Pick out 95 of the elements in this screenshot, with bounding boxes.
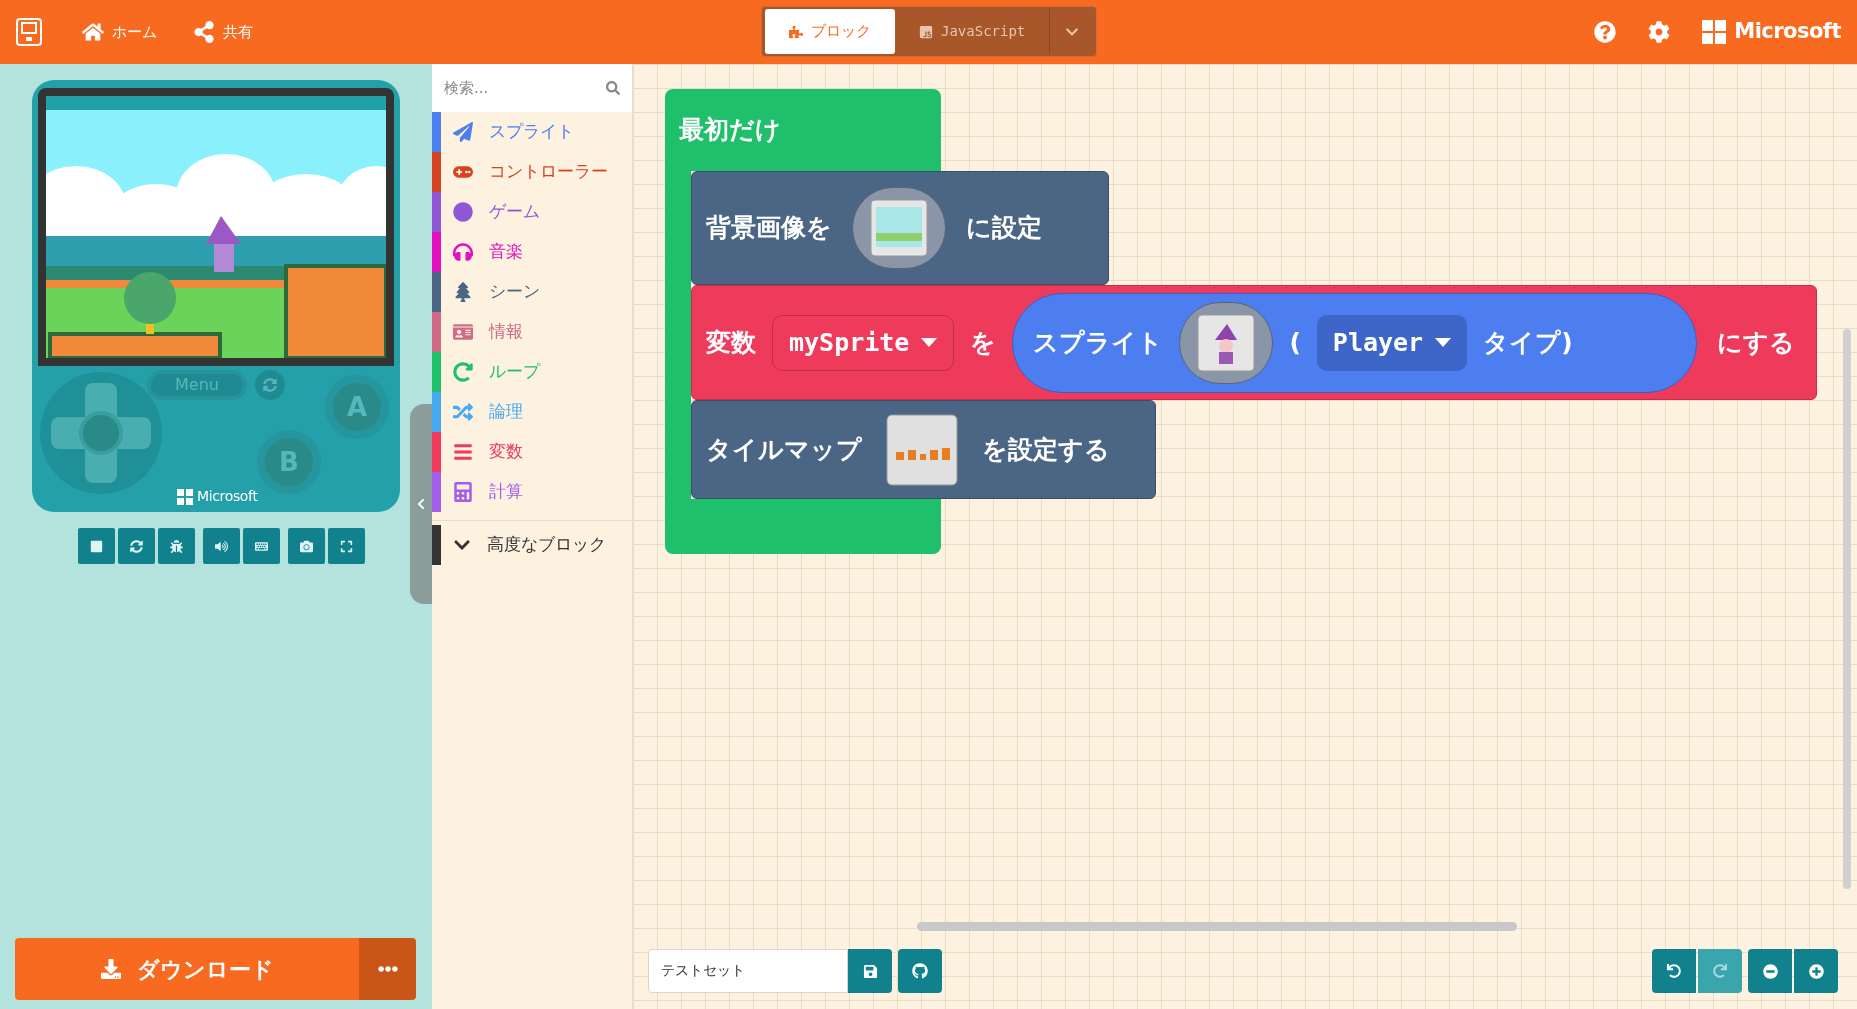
category-color-bar bbox=[432, 524, 441, 565]
statement-block[interactable]: タイルマップ を設定する bbox=[691, 400, 1156, 499]
search-icon bbox=[606, 81, 620, 95]
category-item[interactable]: 計算 bbox=[441, 472, 632, 512]
keyboard-button[interactable] bbox=[243, 528, 280, 564]
settings-icon[interactable] bbox=[1648, 21, 1671, 43]
statement-block[interactable]: 背景画像を に設定 bbox=[691, 171, 1109, 285]
category-item[interactable]: 論理 bbox=[441, 392, 632, 432]
vertical-scrollbar[interactable] bbox=[1843, 329, 1851, 889]
refresh-icon bbox=[130, 539, 143, 553]
advanced-blocks-item[interactable]: 高度なブロック bbox=[441, 521, 632, 568]
block-label: にする bbox=[1717, 326, 1796, 359]
shuffle-icon bbox=[453, 402, 473, 422]
block-label: を bbox=[970, 326, 997, 359]
block-label: 背景画像を bbox=[706, 212, 832, 245]
tree-icon bbox=[453, 282, 473, 302]
redo-icon bbox=[1713, 964, 1727, 978]
block-label: スプライト bbox=[1033, 326, 1164, 359]
redo-button[interactable] bbox=[1698, 949, 1742, 993]
loop-arrow-icon bbox=[453, 362, 473, 382]
statement-block[interactable]: 変数 mySprite を スプライト ( Player タイプ) にする bbox=[691, 285, 1817, 400]
refresh-icon bbox=[262, 378, 277, 392]
category-item[interactable]: コントローラー bbox=[441, 152, 632, 192]
zoom-out-icon bbox=[1762, 963, 1778, 979]
category-item[interactable]: 変数 bbox=[441, 432, 632, 472]
dropdown-field[interactable]: Player bbox=[1316, 314, 1468, 371]
dropdown-field[interactable]: mySprite bbox=[772, 314, 955, 371]
home-link[interactable]: ホーム bbox=[82, 20, 157, 44]
background-thumbnail-icon bbox=[870, 199, 928, 257]
project-name-field[interactable]: テストセット bbox=[648, 949, 848, 993]
fullscreen-icon bbox=[340, 539, 353, 553]
block-label: 変数 bbox=[706, 326, 756, 359]
category-item[interactable]: ゲーム bbox=[441, 192, 632, 232]
puzzle-icon bbox=[789, 24, 803, 39]
category-item[interactable]: スプライト bbox=[441, 112, 632, 152]
keyboard-icon bbox=[255, 539, 268, 553]
save-icon bbox=[862, 963, 878, 979]
stop-icon bbox=[90, 539, 103, 553]
restart-button[interactable] bbox=[118, 528, 155, 564]
block-label: に設定 bbox=[966, 212, 1042, 245]
category-item[interactable]: ループ bbox=[441, 352, 632, 392]
chevron-left-icon bbox=[415, 498, 427, 510]
share-link[interactable]: 共有 bbox=[193, 20, 253, 44]
category-item[interactable]: 情報 bbox=[441, 312, 632, 352]
camera-icon bbox=[300, 539, 313, 553]
editor-tab[interactable]: ブロック bbox=[765, 9, 895, 54]
headphones-icon bbox=[453, 242, 473, 262]
help-icon[interactable] bbox=[1594, 21, 1617, 43]
caret-icon bbox=[921, 338, 938, 347]
hat-block[interactable]: 最初だけ bbox=[665, 89, 941, 171]
zoom-in-button[interactable] bbox=[1794, 949, 1838, 993]
brand-name: Microsoft bbox=[1734, 18, 1841, 46]
horizontal-scrollbar[interactable] bbox=[917, 922, 1517, 931]
circle-icon bbox=[453, 202, 473, 222]
zoom-in-icon bbox=[1808, 963, 1824, 979]
id-card-icon bbox=[453, 322, 473, 342]
bug-icon bbox=[170, 539, 183, 553]
caret-icon bbox=[1435, 338, 1452, 347]
share-icon bbox=[193, 21, 215, 43]
js-icon bbox=[919, 24, 933, 39]
bars-icon bbox=[453, 442, 473, 462]
github-icon bbox=[912, 963, 928, 979]
download-icon bbox=[100, 959, 121, 979]
calculator-icon bbox=[453, 482, 473, 502]
github-button[interactable] bbox=[898, 949, 942, 993]
more-button[interactable] bbox=[359, 938, 416, 1000]
download-button[interactable]: ダウンロード bbox=[15, 938, 359, 1000]
dpad-cross-icon bbox=[49, 381, 153, 485]
console-brand: Microsoft bbox=[197, 487, 258, 506]
block-label: を設定する bbox=[982, 433, 1110, 466]
witch-sprite-icon bbox=[1197, 313, 1256, 372]
home-icon bbox=[82, 21, 104, 43]
tilemap-thumbnail-icon[interactable] bbox=[886, 413, 958, 486]
collapse-tab[interactable] bbox=[410, 404, 432, 604]
block-label: タイプ) bbox=[1483, 326, 1573, 359]
block-label: ( bbox=[1289, 326, 1301, 359]
fullscreen-button[interactable] bbox=[328, 528, 365, 564]
paper-plane-icon bbox=[453, 122, 473, 142]
microsoft-logo-icon bbox=[1702, 20, 1727, 44]
zoom-out-button[interactable] bbox=[1748, 949, 1792, 993]
microsoft-logo-icon bbox=[177, 488, 193, 505]
screenshot-button[interactable] bbox=[288, 528, 325, 564]
search-field[interactable]: 検索... bbox=[432, 64, 632, 112]
save-button[interactable] bbox=[848, 949, 892, 993]
undo-icon bbox=[1667, 964, 1681, 978]
mute-button[interactable] bbox=[203, 528, 240, 564]
sprite-reporter-block[interactable]: スプライト ( Player タイプ) bbox=[1012, 292, 1698, 393]
debug-button[interactable] bbox=[158, 528, 195, 564]
speaker-icon bbox=[215, 539, 228, 553]
block-label: タイルマップ bbox=[706, 433, 862, 466]
stop-button[interactable] bbox=[78, 528, 115, 564]
category-item[interactable]: 音楽 bbox=[441, 232, 632, 272]
category-item[interactable]: シーン bbox=[441, 272, 632, 312]
app-logo-icon[interactable] bbox=[16, 18, 42, 46]
undo-button[interactable] bbox=[1652, 949, 1696, 993]
